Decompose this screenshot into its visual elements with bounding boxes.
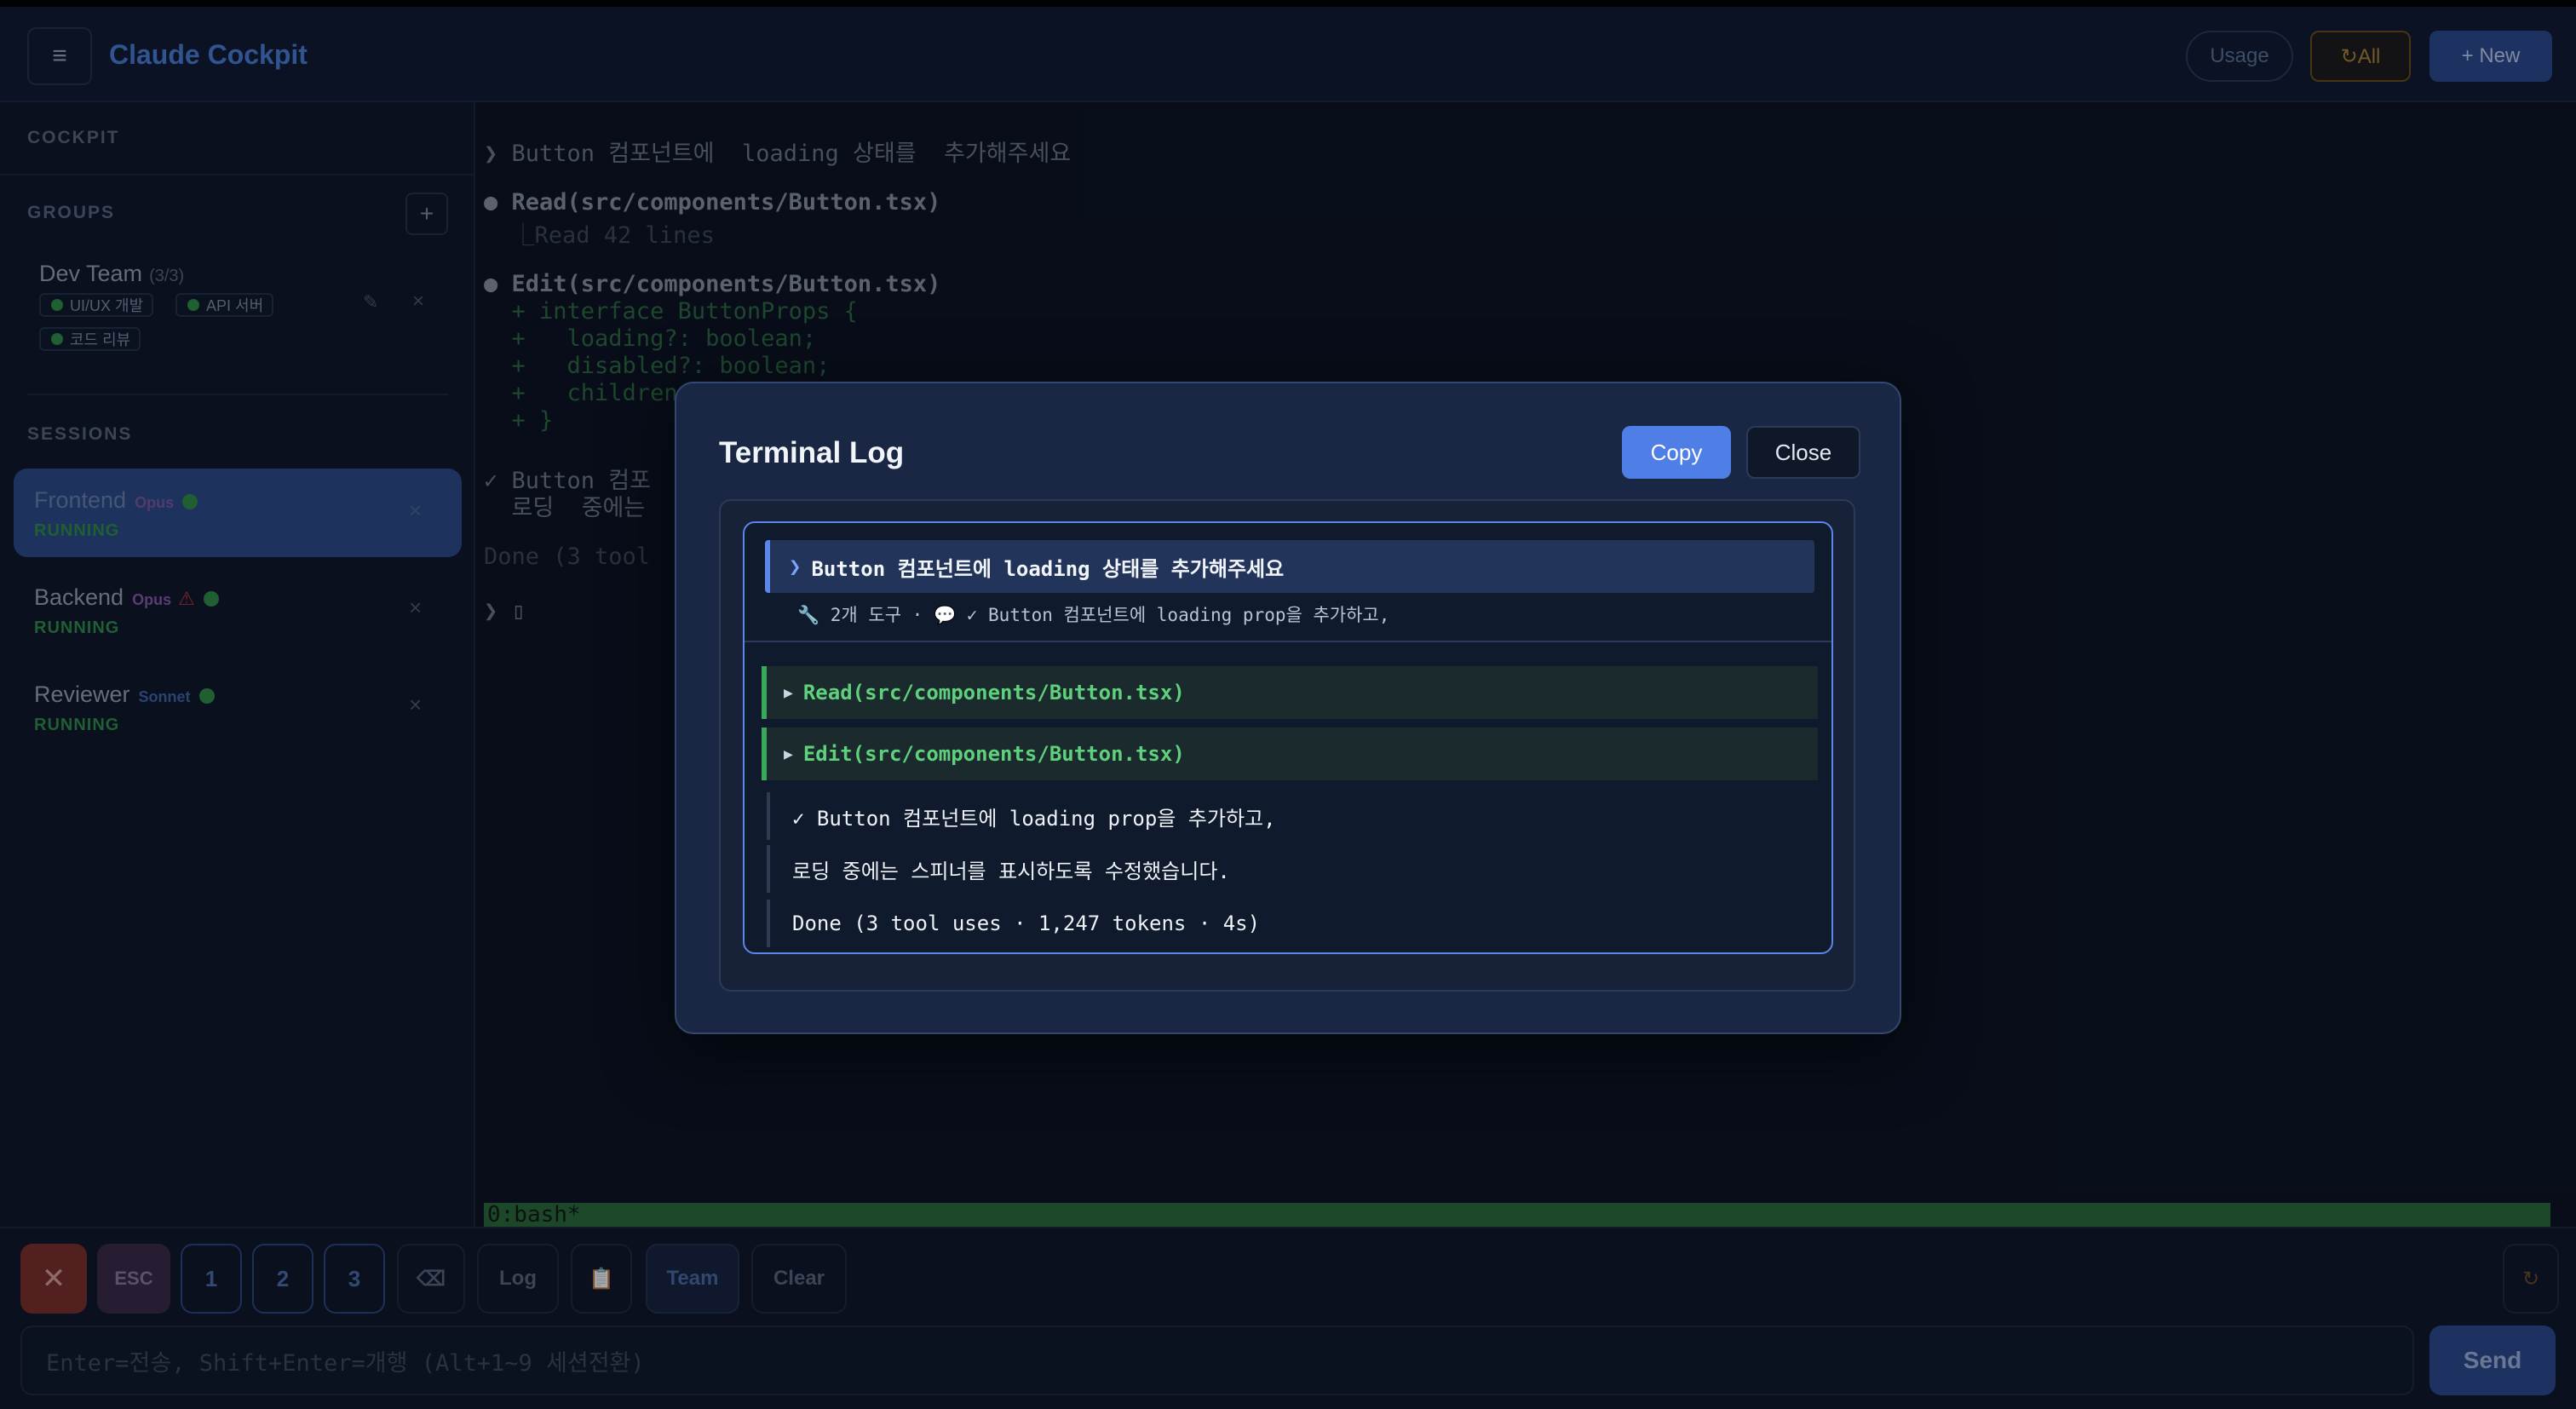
response-line: Done (3 tool uses · 1,247 tokens · 4s) [767,900,1806,947]
log-prompt: ❯ Button 컴포넌트에 loading 상태를 추가해주세요 [765,540,1814,593]
tool-call-label: Edit(src/components/Button.tsx) [802,742,1185,766]
copy-button[interactable]: Copy [1622,426,1731,479]
log-entry-card: ❯ Button 컴포넌트에 loading 상태를 추가해주세요 🔧 2개 도… [743,521,1833,954]
prompt-text: Button 컴포넌트에 loading 상태를 추가해주세요 [811,556,1285,581]
divider [745,641,1831,642]
expand-triangle-icon: ▶ [784,683,793,702]
response-line: 로딩 중에는 스피너를 표시하도록 수정했습니다. [767,845,1806,893]
tool-call-label: Read(src/components/Button.tsx) [802,681,1185,704]
expand-triangle-icon: ▶ [784,745,793,763]
modal-title: Terminal Log [719,436,905,469]
tool-call-read[interactable]: ▶ Read(src/components/Button.tsx) [762,666,1818,719]
log-summary: 🔧 2개 도구 · 💬 ✓ Button 컴포넌트에 loading prop을… [797,605,1390,625]
log-container[interactable]: ❯ Button 컴포넌트에 loading 상태를 추가해주세요 🔧 2개 도… [719,499,1855,992]
tool-call-edit[interactable]: ▶ Edit(src/components/Button.tsx) [762,728,1818,780]
prompt-chevron-icon: ❯ [789,555,802,578]
terminal-log-modal: Terminal Log Copy Close ❯ Button 컴포넌트에 l… [675,382,1901,1034]
close-button[interactable]: Close [1746,426,1860,479]
response-line: ✓ Button 컴포넌트에 loading prop을 추가하고, [767,792,1806,840]
